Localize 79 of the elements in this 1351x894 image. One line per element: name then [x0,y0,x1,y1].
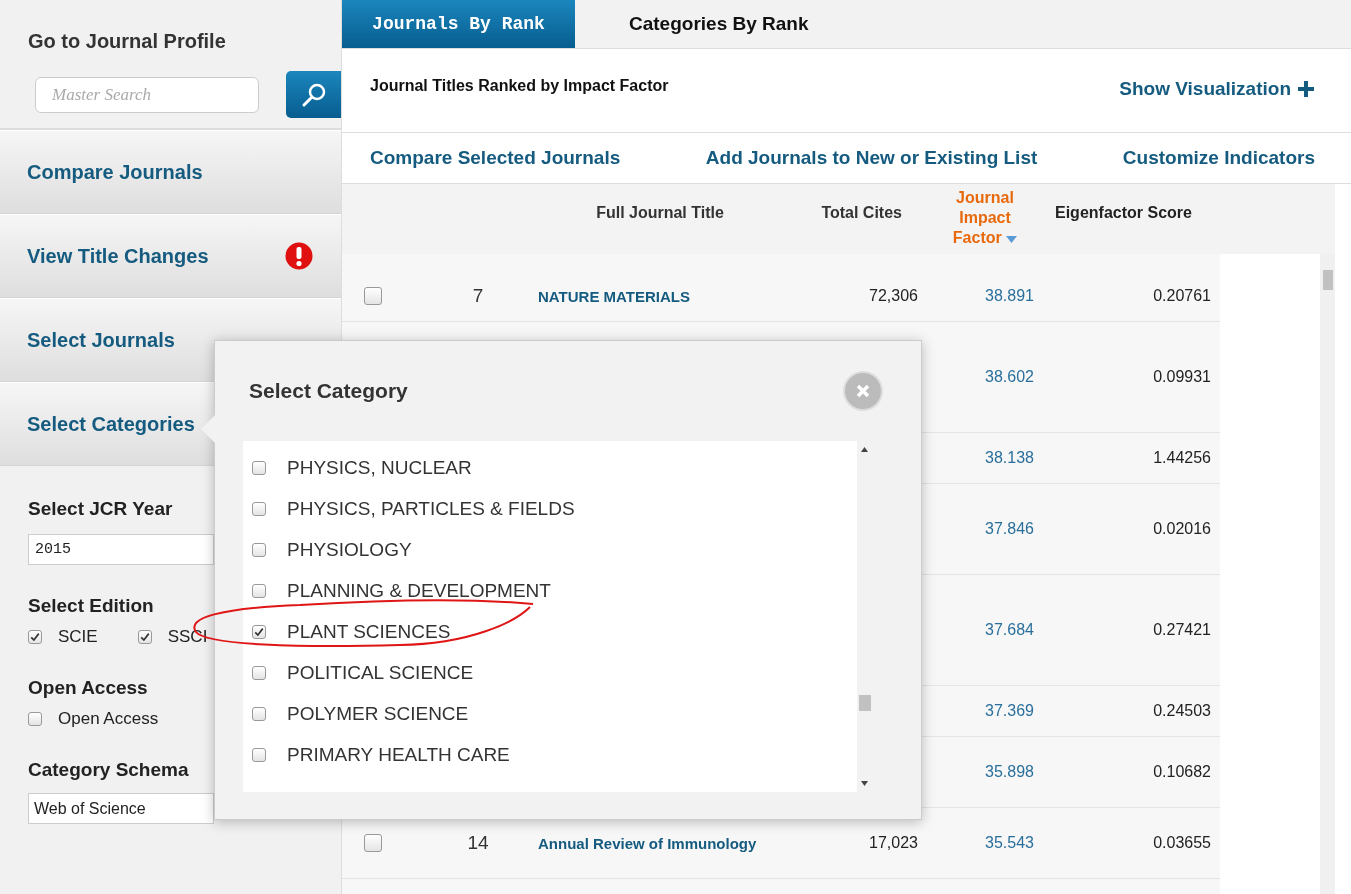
action-link[interactable]: Add Journals to New or Existing List [705,147,1038,169]
scroll-thumb[interactable] [1323,270,1333,290]
page-heading: Journal Titles Ranked by Impact Factor [370,76,669,95]
table-cell-text: 1.44256 [1152,449,1212,467]
checkbox[interactable] [252,542,266,557]
checkbox[interactable] [252,460,266,475]
year-field[interactable]: 2015 [28,534,214,565]
column-header[interactable]: Total Cites [800,188,920,222]
checkbox[interactable] [252,665,266,680]
tab[interactable]: Journals By Rank [342,0,575,48]
category-label: POLYMER SCIENCE [287,702,469,725]
scroll-thumb[interactable] [859,695,871,711]
checkbox[interactable] [252,747,266,762]
scroll-up-icon[interactable] [861,447,868,452]
filter-label: Open Access [28,677,148,699]
action-link[interactable]: Compare Selected Journals [370,147,621,169]
search-button[interactable] [286,71,341,118]
impact-factor-link[interactable]: 37.684 [920,621,1100,639]
rank-cell-text: 7 [471,285,485,307]
checkbox[interactable] [137,630,152,644]
checkbox[interactable] [364,287,382,305]
table-cell-text: 0.10682 [1152,763,1212,781]
checkbox[interactable] [252,583,266,598]
action-link[interactable]: Customize Indicators [1122,147,1315,169]
table-cell-text: 17,023 [868,834,919,852]
checkbox[interactable] [252,501,266,516]
plus-icon [1297,79,1315,98]
tab[interactable]: Categories By Rank [575,0,863,48]
journal-link[interactable]: Annual Review of Immunology [520,834,800,852]
sort-icon [1006,236,1018,243]
nav-item[interactable]: View Title Changes [27,244,209,268]
impact-factor-link[interactable]: 37.846 [920,520,1100,538]
journal-link[interactable]: NATURE MATERIALS [520,287,800,305]
close-button[interactable] [845,373,881,409]
table-cell-text: 72,306 [868,287,919,305]
checkbox[interactable] [252,624,266,639]
option-label: Open Access [58,709,159,729]
table-cell-text: 0.03655 [1152,834,1212,852]
filter-label: Select Edition [28,595,154,617]
impact-factor-link[interactable]: 37.369 [920,702,1100,720]
table-cell-text: 0.02016 [1152,520,1212,538]
table-cell-text: 0.20761 [1152,287,1212,305]
nav-item[interactable]: Select Categories [27,412,195,436]
category-label: PHYSIOLOGY [287,538,412,561]
option-label: SCIE [58,627,98,647]
search-field[interactable]: Master Search [35,76,259,113]
table-cell-text: 0.24503 [1152,702,1212,720]
scrollbar[interactable] [1320,254,1335,894]
nav-item[interactable]: Compare Journals [27,160,203,184]
impact-factor-link[interactable]: 38.891 [920,287,1100,305]
rank-cell-text: 14 [466,832,490,854]
impact-factor-link[interactable]: 38.602 [920,368,1100,386]
category-label: PHYSICS, PARTICLES & FIELDS [287,497,575,520]
category-label: PLANNING & DEVELOPMENT [287,579,551,602]
option-label: SSCI [167,627,208,647]
section-title: Go to Journal Profile [28,30,226,53]
column-header[interactable]: Eigenfactor Score [1055,188,1220,222]
checkbox[interactable] [364,834,382,852]
schema-select[interactable]: Web of Science [28,793,214,824]
category-label: PRIMARY HEALTH CARE [287,743,510,766]
scroll-down-icon[interactable] [861,781,868,786]
dialog-title: Select Category [249,379,408,403]
checkbox[interactable] [252,706,266,721]
column-header[interactable]: Full Journal Title [520,188,800,222]
table-cell-text: 0.09931 [1152,368,1212,386]
visualization-link[interactable]: Show Visualization [1119,77,1315,100]
filter-label: Select JCR Year [28,498,173,520]
checkbox[interactable] [28,712,42,726]
close-icon [855,383,871,399]
filter-label: Category Schema [28,759,189,781]
category-label: PLANT SCIENCES [287,620,451,643]
impact-factor-link[interactable]: 38.138 [920,449,1100,467]
nav-item[interactable]: Select Journals [27,328,175,352]
category-label: PHYSICS, NUCLEAR [287,456,472,479]
category-label: POLITICAL SCIENCE [287,661,474,684]
impact-factor-link[interactable]: 35.543 [920,834,1100,852]
checkbox[interactable] [28,630,42,644]
table-cell-text: 0.27421 [1152,621,1212,639]
impact-factor-link[interactable]: 35.898 [920,763,1100,781]
